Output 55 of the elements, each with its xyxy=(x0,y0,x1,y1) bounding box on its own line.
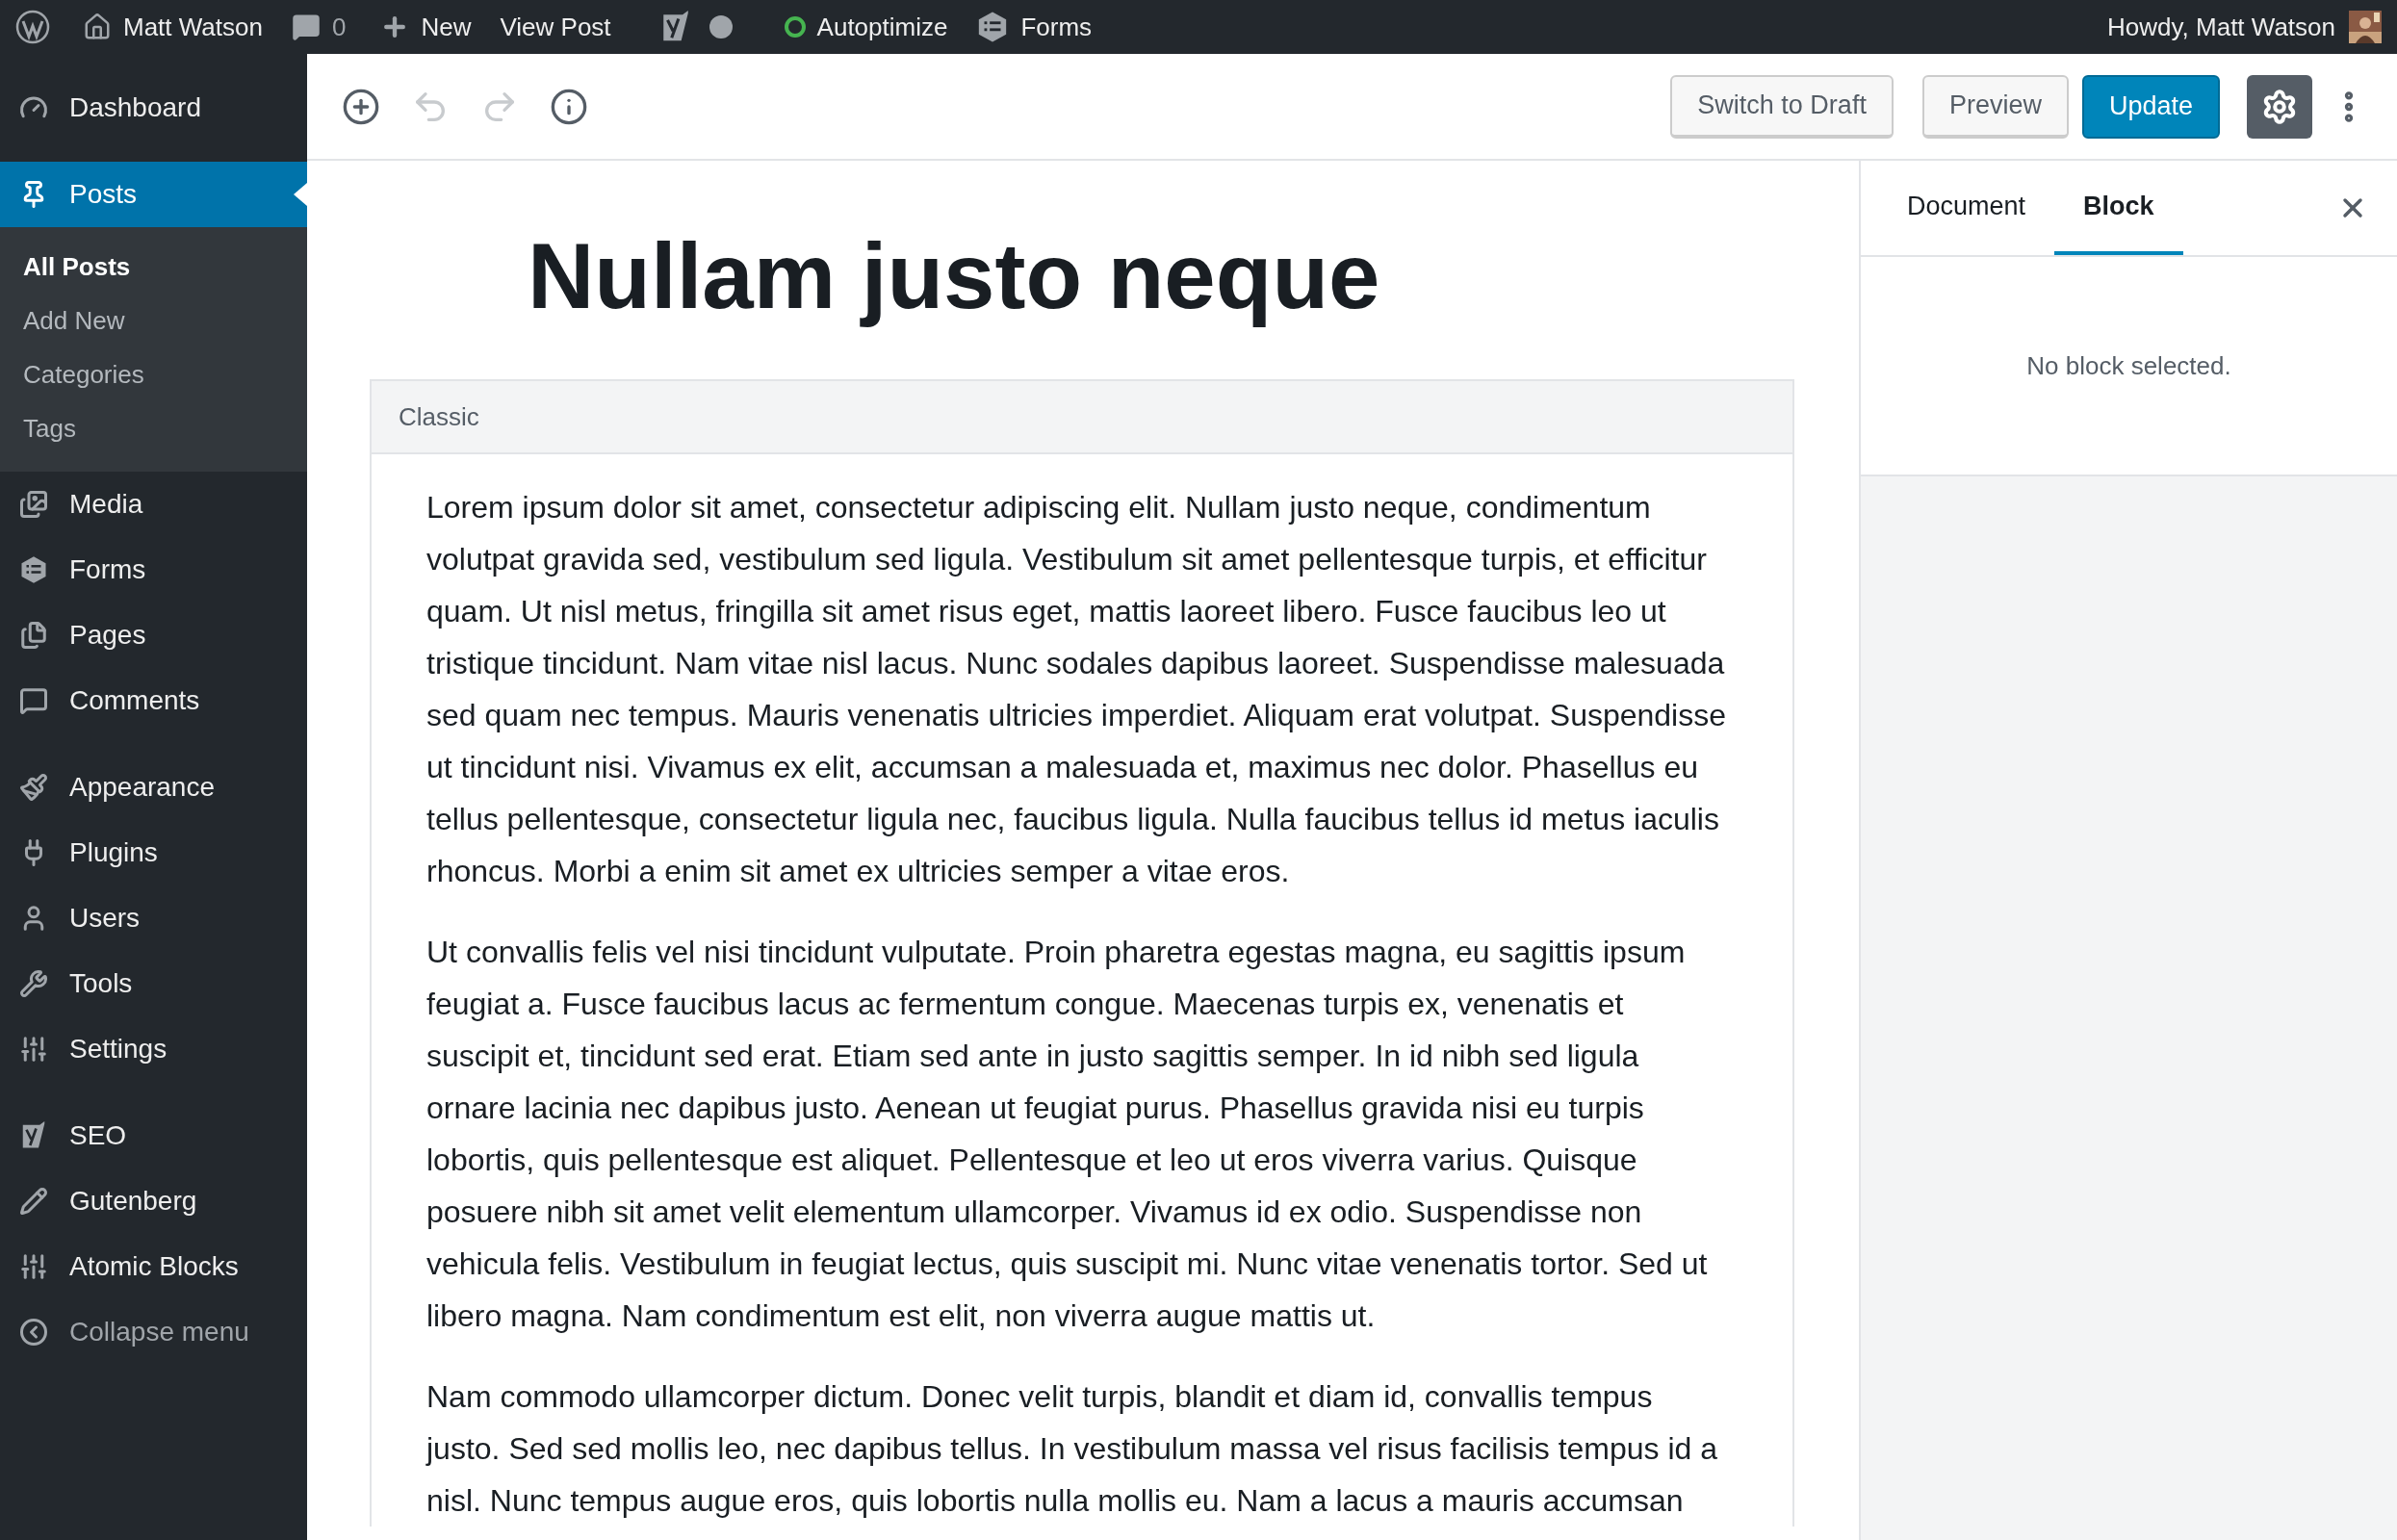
submenu-item[interactable]: Categories xyxy=(0,347,307,401)
update-button[interactable]: Update xyxy=(2081,74,2220,139)
paragraph[interactable]: Lorem ipsum dolor sit amet, consectetur adipiscing elit. Nullam justo neque, condimentum volutpat gravida sed, vestibulum sed ligula. Vestibulum sit amet pellentesque turpis, et efficitur quam. Ut nisl metus, fringilla sit amet risus eget, mattis laoreet libero. Fusce faucibus leo ut tristique tincidunt. Nam vitae nisl lacus. Nunc sodales dapibus laoreet. Suspendisse malesuada sed quam nec tempus. Mauris venenatis ultricies imperdiet. Aliquam erat volutpat. Suspendisse ut tincidunt nisi. Vivamus ex elit, accumsan a malesuada et, maximus nec dolor. Phasellus eu tellus pellentesque, consectetur ligula nec, faucibus ligula. Nulla faucibus tellus id metus iaculis rhoncus. Morbi a enim sit amet ex ultricies semper a vitae eros. xyxy=(426,481,1773,897)
sidebar-item[interactable]: Atomic Blocks xyxy=(0,1234,307,1299)
sidebar-item[interactable]: SEO xyxy=(0,1103,307,1168)
paragraph[interactable]: Nam commodo ullamcorper dictum. Donec velit turpis, blandit et diam id, convallis tempus justo. Sed sed mollis leo, nec dapibus tellus. In vestibulum massa vel risus facilisis tempus id a nisl. Nunc tempus augue eros, quis lobortis nulla mollis eu. Nam a lacus a mauris accumsan xyxy=(426,1371,1773,1527)
sidebar-item[interactable]: Comments xyxy=(0,668,307,733)
sidebar-item[interactable]: Pages xyxy=(0,603,307,668)
forms-icon xyxy=(19,555,48,584)
admin-bar-link[interactable]: New xyxy=(380,8,472,46)
wrench-icon xyxy=(19,969,48,998)
sidebar-item[interactable]: Appearance xyxy=(0,755,307,820)
sidebar-item[interactable]: Forms xyxy=(0,537,307,603)
panel-tab[interactable]: Block xyxy=(2054,161,2183,255)
submenu-item[interactable]: Tags xyxy=(0,401,307,455)
toolbar-button[interactable]: Preview xyxy=(1921,74,2069,139)
sliders-icon xyxy=(19,1252,48,1281)
sidebar-item[interactable]: Users xyxy=(0,886,307,951)
sliders-icon xyxy=(19,1035,48,1064)
submenu-item[interactable]: All Posts xyxy=(0,240,307,294)
current-arrow-icon xyxy=(294,183,307,206)
submenu-item[interactable]: Add New xyxy=(0,294,307,347)
sidebar-item[interactable]: Gutenberg xyxy=(0,1168,307,1234)
info-icon[interactable] xyxy=(550,87,588,126)
comment-icon xyxy=(19,686,48,715)
sidebar-item[interactable]: Dashboard xyxy=(0,75,307,141)
admin-bar-link[interactable]: Autoptimize xyxy=(784,8,948,46)
media-icon xyxy=(19,490,48,519)
collapse-icon xyxy=(19,1318,48,1347)
admin-bar-link[interactable]: View Post xyxy=(500,8,611,46)
block-label: Classic xyxy=(399,400,479,433)
admin-bar-link[interactable]: Forms xyxy=(976,8,1093,46)
settings-button[interactable] xyxy=(2247,74,2312,139)
brush-icon xyxy=(19,773,48,802)
sidebar-item[interactable]: Collapse menu xyxy=(0,1299,307,1365)
admin-bar-link[interactable]: 0 xyxy=(291,8,347,46)
settings-icon xyxy=(2261,88,2298,125)
sidebar-item[interactable]: Tools xyxy=(0,951,307,1016)
admin-bar-link[interactable]: Matt Watson xyxy=(83,8,263,46)
paragraph[interactable]: Ut convallis felis vel nisi tincidunt vulputate. Proin pharetra egestas magna, eu sagittis ipsum feugiat a. Fusce faucibus lacus ac fermentum congue. Maecenas turpis ex, venenatis et suscipit et, tincidunt sed erat. Etiam sed ante in justo sagittis semper. In id nibh sed ligula ornare lacinia nec dapibus justo. Aenean ut feugiat purus. Phasellus gravida nisi eu turpis lobortis, quis pellentesque est aliquet. Pellentesque et leo ut eros viverra varius. Quisque posuere nibh sit amet velit elementum ullamcorper. Vivamus id ex odio. Suspendisse non vehicula felis. Vestibulum in feugiat lectus, quis suscipit mi. Nunc vitae venenatis tortor. Sed ut libero magna. Nam condimentum est elit, non viverra augue mattis ut. xyxy=(426,926,1773,1342)
sidebar-item[interactable]: Media xyxy=(0,472,307,537)
panel-tab[interactable]: Document xyxy=(1878,161,2055,255)
sidebar-item[interactable]: Posts xyxy=(0,162,307,227)
toolbar-button[interactable]: Switch to Draft xyxy=(1670,74,1894,139)
account-link[interactable]: Howdy, Matt Watson xyxy=(2107,8,2335,46)
pencil-icon xyxy=(19,1187,48,1216)
comment-icon xyxy=(291,13,321,41)
sidebar-item[interactable]: Settings xyxy=(0,1016,307,1082)
empty-message: No block selected. xyxy=(2026,349,2231,382)
home-icon xyxy=(83,13,112,41)
sidebar-item[interactable]: Plugins xyxy=(0,820,307,886)
add-block-icon[interactable] xyxy=(342,87,380,126)
pages-icon xyxy=(19,621,48,650)
wordpress-logo[interactable] xyxy=(15,10,50,44)
post-title[interactable]: Nullam justo neque xyxy=(370,220,1859,331)
